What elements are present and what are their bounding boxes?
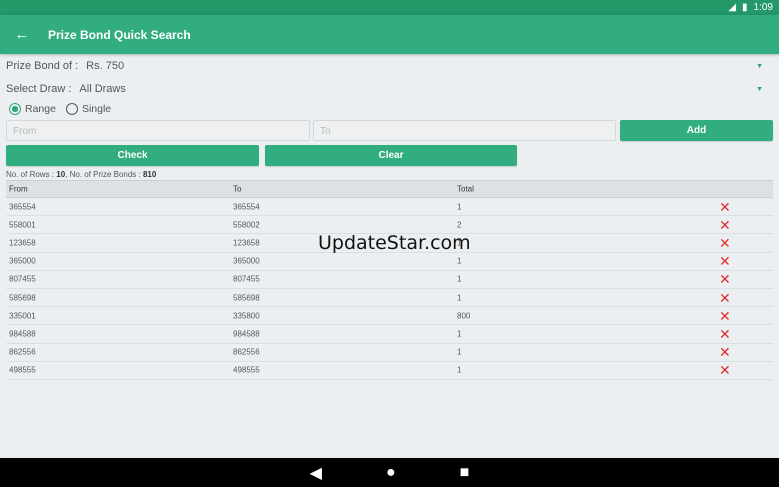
table-row: 984588 984588 1 ✕ [6,325,773,344]
cell-to: 585698 [233,293,260,303]
rows-label: No. of Rows : [6,170,55,179]
cell-total: 1 [457,274,462,284]
delete-icon[interactable]: ✕ [719,218,731,232]
cell-to: 984588 [233,329,260,339]
back-arrow-icon[interactable]: ← [0,26,44,43]
cell-to: 365554 [233,202,260,212]
cell-from: 123658 [9,238,36,248]
delete-icon[interactable]: ✕ [719,327,731,341]
add-button[interactable]: Add [620,120,773,141]
table-row: 365000 365000 1 ✕ [6,253,773,271]
to-input[interactable]: To [313,120,616,141]
bonds-label: , No. of Prize Bonds : [65,170,141,179]
table-row: 498555 498555 1 ✕ [6,362,773,380]
range-label[interactable]: Range [25,103,56,115]
cell-from: 335001 [9,311,36,321]
signal-icon: ◢ [728,2,737,13]
delete-icon[interactable]: ✕ [719,200,731,214]
table-row: 807455 807455 1 ✕ [6,271,773,289]
draw-spinner[interactable]: Select Draw : All Draws ▼ [6,80,773,98]
cell-from: 807455 [9,274,36,284]
clock: 1:09 [753,2,773,13]
page-title: Prize Bond Quick Search [48,27,191,42]
cell-from: 365554 [9,202,36,212]
delete-icon[interactable]: ✕ [719,236,731,250]
rows-count: 10 [56,170,66,179]
table-row: 365554 365554 1 ✕ [6,198,773,217]
clear-button[interactable]: Clear [265,145,517,166]
cell-to: 807455 [233,274,260,284]
table-header: From To Total [6,180,773,198]
cell-from: 862556 [9,347,36,357]
single-radio[interactable] [65,103,78,115]
cell-to: 123658 [233,238,260,248]
cell-to: 862556 [233,347,260,357]
cell-from: 984588 [9,329,36,339]
cell-total: 1 [457,202,462,212]
cell-from: 365000 [9,256,36,266]
summary-text: No. of Rows : 10, No. of Prize Bonds : 8… [6,170,156,179]
cell-total: 1 [457,293,462,303]
delete-icon[interactable]: ✕ [719,345,731,359]
delete-icon[interactable]: ✕ [719,254,731,268]
cell-from: 585698 [9,293,36,303]
bond-value: Rs. 750 [86,60,125,72]
cell-to: 498555 [233,365,260,375]
cell-total: 1 [457,365,462,375]
cell-total: 1 [457,256,462,266]
from-input[interactable]: From [6,120,310,141]
delete-icon[interactable]: ✕ [719,272,731,286]
draw-label: Select Draw : [6,83,72,95]
header-to: To [233,184,242,194]
range-radio[interactable] [9,103,21,115]
back-icon[interactable]: ◀ [310,463,322,483]
header-from: From [9,184,28,194]
cell-from: 498555 [9,365,36,375]
single-label[interactable]: Single [82,103,111,115]
table-row: 335001 335800 800 ✕ [6,307,773,326]
battery-icon: ▮ [742,2,748,13]
bonds-count: 810 [142,170,157,179]
draw-value: All Draws [79,83,126,95]
cell-total: 1 [457,347,462,357]
dropdown-arrow-icon: ▼ [756,85,763,93]
cell-total: 2 [457,220,462,230]
delete-icon[interactable]: ✕ [719,291,731,305]
app-bar: ← Prize Bond Quick Search [0,15,779,54]
results-table: From To Total 365554 365554 1 ✕ 558001 558002… [6,180,773,380]
table-row: 585698 585698 1 ✕ [6,289,773,308]
delete-icon[interactable]: ✕ [719,363,731,377]
home-icon[interactable]: ● [386,464,396,482]
cell-from: 558001 [9,220,36,230]
cell-to: 558002 [233,220,260,230]
dropdown-arrow-icon: ▼ [756,62,763,70]
delete-icon[interactable]: ✕ [719,309,731,323]
cell-to: 365000 [233,256,260,266]
check-button[interactable]: Check [6,145,259,166]
header-total: Total [457,184,474,194]
bond-label: Prize Bond of : [6,60,79,72]
cell-total: 800 [457,311,471,321]
navigation-bar: ◀ ● ■ [0,458,779,487]
table-row: 862556 862556 1 ✕ [6,344,773,362]
cell-to: 335800 [233,311,260,321]
mode-radio-group: Range Single [9,103,111,115]
watermark: UpdateStar.com [318,232,471,254]
cell-total: 1 [457,329,462,339]
prize-bond-spinner[interactable]: Prize Bond of : Rs. 750 ▼ [6,57,773,75]
status-bar: ◢ ▮ 1:09 [0,0,779,15]
recents-icon[interactable]: ■ [460,464,470,482]
